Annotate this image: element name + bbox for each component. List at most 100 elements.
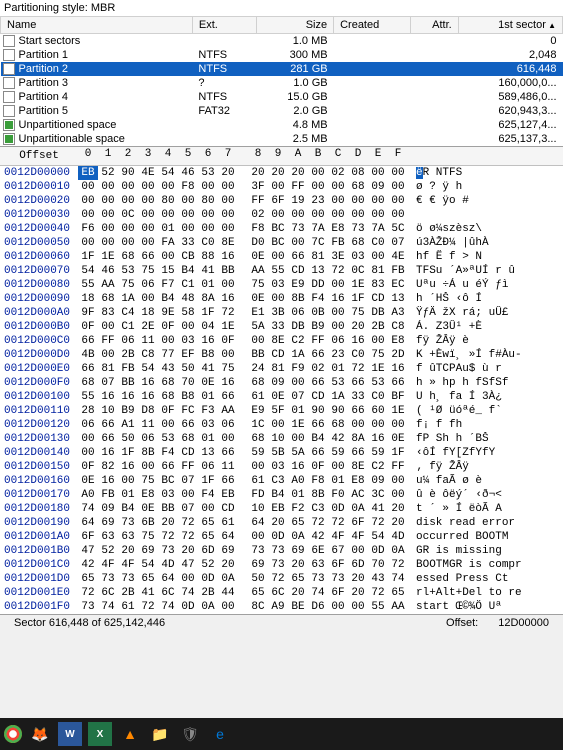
partition-row[interactable]: Unpartitionable space2.5 MB625,137,3...: [1, 132, 563, 146]
word-icon[interactable]: W: [58, 722, 82, 746]
hex-bytes[interactable]: 66FF06110003160F008EC2FF061600E8: [78, 334, 408, 348]
partition-row[interactable]: Partition 2NTFS281 GB616,448: [1, 62, 563, 76]
hex-bytes[interactable]: 7409B40EBB0700CD10EBF2C30D0A4120: [78, 502, 408, 516]
hex-ascii[interactable]: ú3ÀŽĐ¼ |ûhÀ: [408, 236, 563, 250]
hex-row[interactable]: 0012D0003000000C000000000002000000000000…: [0, 208, 563, 222]
hex-ascii[interactable]: Uªu ÷Á u éÝ ƒì: [408, 278, 563, 292]
hex-ascii[interactable]: TFSu ´A»ªUÍ r û: [408, 264, 563, 278]
partition-row[interactable]: Unpartitioned space4.8 MB625,127,4...: [1, 118, 563, 132]
hex-row[interactable]: 0012D000705446537515B441BBAA55CD13720C81…: [0, 264, 563, 278]
hex-ascii[interactable]: ŸƒÄ žX rá; uÛ£: [408, 306, 563, 320]
hex-ascii[interactable]: rl+Alt+Del to re: [408, 586, 563, 600]
hex-ascii[interactable]: Á. Z3Û¹ +È: [408, 320, 563, 334]
hex-ascii[interactable]: € € ÿo #: [408, 194, 563, 208]
hex-row[interactable]: 0012D0005000000000FA33C08ED0BC007CFB68C0…: [0, 236, 563, 250]
hex-bytes[interactable]: 0000000000F800003F00FF0000680900: [78, 180, 408, 194]
hex-bytes[interactable]: 6F63637572726564000D0A424F4F544D: [78, 530, 408, 544]
chrome-icon[interactable]: [4, 725, 22, 743]
col-created[interactable]: Created: [334, 17, 411, 34]
hex-row[interactable]: 0012D000D04B002BC877EFB800BBCD1A6623C075…: [0, 348, 563, 362]
col-size[interactable]: Size: [257, 17, 334, 34]
hex-bytes[interactable]: 5516161668B80166610E07CD1A33C0BF: [78, 390, 408, 404]
edge-icon[interactable]: e: [208, 722, 232, 746]
hex-row[interactable]: 0012D001005516161668B80166610E07CD1A33C0…: [0, 390, 563, 404]
partition-row[interactable]: Partition 5FAT322.0 GB620,943,3...: [1, 104, 563, 118]
hex-ascii[interactable]: occurred BOOTM: [408, 530, 563, 544]
hex-row[interactable]: 0012D001807409B40EBB0700CD10EBF2C30D0A41…: [0, 502, 563, 516]
hex-bytes[interactable]: 6573736564000D0A5072657373204374: [78, 572, 408, 586]
hex-ascii[interactable]: ‹ôÍ fY[ZfYfY: [408, 446, 563, 460]
hex-row[interactable]: 0012D001D06573736564000D0A50726573732043…: [0, 572, 563, 586]
partition-row[interactable]: Start sectors1.0 MB0: [1, 34, 563, 49]
hex-bytes[interactable]: A0FB01E80300F4EBFDB4018BF0AC3C00: [78, 488, 408, 502]
hex-row[interactable]: 0012D001F073746172740D0A008CA9BED6000055…: [0, 600, 563, 614]
hex-bytes[interactable]: 0066500653680100681000B4428A160E: [78, 432, 408, 446]
hex-row[interactable]: 0012D001102810B9D80FFCF3AAE95F0190906660…: [0, 404, 563, 418]
hex-bytes[interactable]: 4752206973206D697373696E67000D0A: [78, 544, 408, 558]
hex-bytes[interactable]: EB52904E544653202020200002080000: [78, 166, 408, 180]
hex-ascii[interactable]: f¡ f fh: [408, 418, 563, 432]
hex-ascii[interactable]: start Œ©¾Ö Uª: [408, 600, 563, 614]
partition-row[interactable]: Partition 1NTFS300 MB2,048: [1, 48, 563, 62]
hex-row[interactable]: 0012D001200666A111006603061C001E66680000…: [0, 418, 563, 432]
shield-icon[interactable]: 🛡: [178, 722, 202, 746]
hex-ascii[interactable]: essed Press Ct: [408, 572, 563, 586]
firefox-icon[interactable]: 🦊: [28, 722, 52, 746]
hex-bytes[interactable]: 0F82160066FF06110003160F008EC2FF: [78, 460, 408, 474]
hex-ascii[interactable]: h ´HŠ ‹ô Í: [408, 292, 563, 306]
hex-row[interactable]: 0012D00170A0FB01E80300F4EBFDB4018BF0AC3C…: [0, 488, 563, 502]
excel-icon[interactable]: X: [88, 722, 112, 746]
file-explorer-icon[interactable]: 📁: [148, 722, 172, 746]
hex-row[interactable]: 0012D000601F1E686600CB88160E0066813E0300…: [0, 250, 563, 264]
hex-bytes[interactable]: 73746172740D0A008CA9BED6000055AA: [78, 600, 408, 614]
hex-ascii[interactable]: h » hp h fSfSf: [408, 376, 563, 390]
hex-row[interactable]: 0012D00000EB52904E5446532020202000020800…: [0, 166, 563, 180]
hex-bytes[interactable]: 55AA7506F7C101007503E9DD001E83EC: [78, 278, 408, 292]
hex-ascii[interactable]: ø ? ÿ h: [408, 180, 563, 194]
hex-row[interactable]: 0012D001500F82160066FF06110003160F008EC2…: [0, 460, 563, 474]
hex-row[interactable]: 0012D001B04752206973206D697373696E67000D…: [0, 544, 563, 558]
hex-bytes[interactable]: 6681FB54435041752481F90201721E16: [78, 362, 408, 376]
hex-ascii[interactable]: t ´ » Í ëòÃ A: [408, 502, 563, 516]
hex-bytes[interactable]: 424F4F544D475220697320636F6D7072: [78, 558, 408, 572]
hex-row[interactable]: 0012D001300066500653680100681000B4428A16…: [0, 432, 563, 446]
hex-bytes[interactable]: 00161F8BF4CD1366595B5A665966591F: [78, 446, 408, 460]
hex-ascii[interactable]: ‚ fÿ ŽÂÿ: [408, 460, 563, 474]
partition-row[interactable]: Partition 3?1.0 GB160,000,0...: [1, 76, 563, 90]
hex-ascii[interactable]: U h¸ fa Í 3À¿: [408, 390, 563, 404]
hex-bytes[interactable]: 6469736B2072656164206572726F7220: [78, 516, 408, 530]
hex-ascii[interactable]: fP Sh h ´BŠ: [408, 432, 563, 446]
hex-row[interactable]: 0012D0008055AA7506F7C101007503E9DD001E83…: [0, 278, 563, 292]
hex-row[interactable]: 0012D000A09F83C4189E581F72E13B060B0075DB…: [0, 306, 563, 320]
partition-row[interactable]: Partition 4NTFS15.0 GB589,486,0...: [1, 90, 563, 104]
hex-bytes[interactable]: 0F00C12E0F00041E5A33DBB900202BC8: [78, 320, 408, 334]
hex-bytes[interactable]: 6807BB1668700E166809006653665366: [78, 376, 408, 390]
hex-header-offset[interactable]: Offset: [0, 147, 78, 165]
hex-bytes[interactable]: 0000000080008000FF6F192300000000: [78, 194, 408, 208]
hex-bytes[interactable]: 726C2B416C742B44656C20746F207265: [78, 586, 408, 600]
hex-row[interactable]: 0012D000C066FF06110003160F008EC2FF061600…: [0, 334, 563, 348]
col-attr[interactable]: Attr.: [410, 17, 458, 34]
hex-ascii[interactable]: f ûTCPAu$ ù r: [408, 362, 563, 376]
hex-row[interactable]: 0012D0009018681A00B4488A160E008BF4161FCD…: [0, 292, 563, 306]
hex-bytes[interactable]: 00000C00000000000200000000000000: [78, 208, 408, 222]
hex-ascii[interactable]: disk read error: [408, 516, 563, 530]
hex-row[interactable]: 0012D001906469736B2072656164206572726F72…: [0, 516, 563, 530]
hex-ascii[interactable]: fÿ ŽÂÿ è: [408, 334, 563, 348]
hex-bytes[interactable]: 00000000FA33C08ED0BC007CFB68C007: [78, 236, 408, 250]
hex-row[interactable]: 0012D0014000161F8BF4CD1366595B5A66596659…: [0, 446, 563, 460]
hex-row[interactable]: 0012D000F06807BB1668700E1668090066536653…: [0, 376, 563, 390]
hex-bytes[interactable]: 18681A00B4488A160E008BF4161FCD13: [78, 292, 408, 306]
hex-bytes[interactable]: F600000001000000F8BC737AE8737A5C: [78, 222, 408, 236]
hex-bytes[interactable]: 1F1E686600CB88160E0066813E03004E: [78, 250, 408, 264]
hex-row[interactable]: 0012D001C0424F4F544D475220697320636F6D70…: [0, 558, 563, 572]
hex-ascii[interactable]: ( ¹Ø üóªé_ f`: [408, 404, 563, 418]
hex-ascii[interactable]: [408, 208, 563, 222]
hex-bytes[interactable]: 5446537515B441BBAA55CD13720C81FB: [78, 264, 408, 278]
hex-bytes[interactable]: 2810B9D80FFCF3AAE95F01909066601E: [78, 404, 408, 418]
hex-ascii[interactable]: û è ôëý´ ‹ð¬<: [408, 488, 563, 502]
hex-bytes[interactable]: 0666A111006603061C001E6668000000: [78, 418, 408, 432]
hex-bytes[interactable]: 9F83C4189E581F72E13B060B0075DBA3: [78, 306, 408, 320]
hex-row[interactable]: 0012D00040F600000001000000F8BC737AE8737A…: [0, 222, 563, 236]
hex-row[interactable]: 0012D001A06F63637572726564000D0A424F4F54…: [0, 530, 563, 544]
